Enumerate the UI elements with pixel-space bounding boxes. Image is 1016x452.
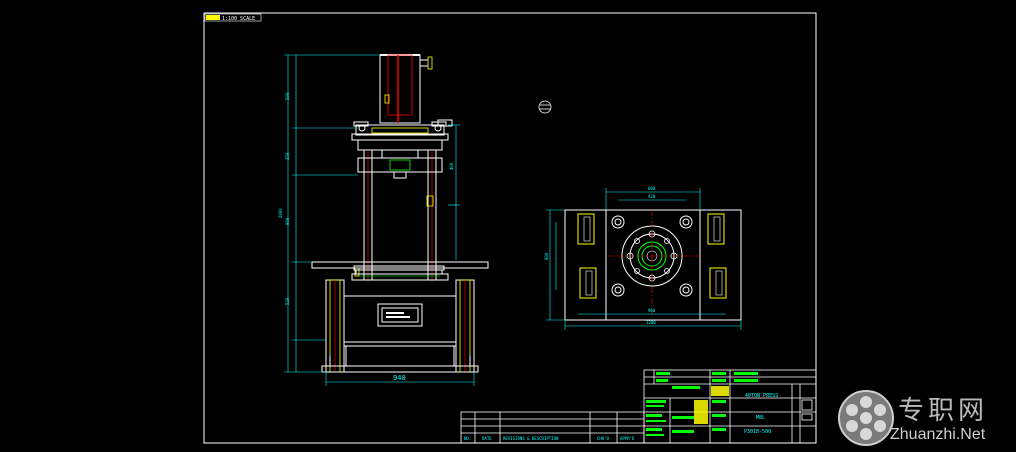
drawing-title: 40TON PRESS <box>745 393 778 399</box>
material-value: M8L <box>756 415 765 421</box>
work-table <box>311 261 489 269</box>
watermark-chinese: 专职网 <box>898 396 989 426</box>
svg-text:960: 960 <box>648 308 656 313</box>
rev-header-date: DATE <box>482 436 492 441</box>
plan-view-dimensions <box>546 188 742 330</box>
front-view <box>311 54 489 373</box>
svg-text:500: 500 <box>285 92 290 100</box>
svg-text:420: 420 <box>648 194 656 199</box>
svg-text:520: 520 <box>285 297 290 305</box>
hydraulic-cylinder <box>379 54 421 124</box>
svg-text:800: 800 <box>544 252 549 260</box>
rev-header-approved: APPR'D <box>620 436 635 441</box>
scale-tag: 1:100 SCALE <box>222 16 255 22</box>
globe-logo-icon <box>838 390 894 446</box>
svg-text:1200: 1200 <box>646 320 656 325</box>
rev-header-checked: CHK'D <box>597 436 610 441</box>
front-view-dimensions <box>284 54 475 386</box>
rev-header-no: NO. <box>464 436 471 441</box>
plan-view <box>564 209 742 321</box>
svg-text:600: 600 <box>648 186 656 191</box>
section-symbol-icon <box>538 100 552 114</box>
nameplate <box>377 303 423 327</box>
base-body <box>343 295 457 343</box>
svg-text:400: 400 <box>449 162 454 170</box>
overall-width-dimension: 940 <box>393 374 406 382</box>
title-block <box>643 369 817 444</box>
svg-text:2800: 2800 <box>278 208 283 218</box>
watermark-english: Zhuanzhi.Net <box>890 426 986 443</box>
svg-text:350: 350 <box>285 152 290 160</box>
site-watermark: 专职网 Zhuanzhi.Net <box>836 384 1016 452</box>
svg-text:900: 900 <box>285 217 290 225</box>
rev-header-description: REVISIONS & DESCRIPTION <box>503 436 559 441</box>
drawing-number: P301B-500 <box>744 429 771 435</box>
